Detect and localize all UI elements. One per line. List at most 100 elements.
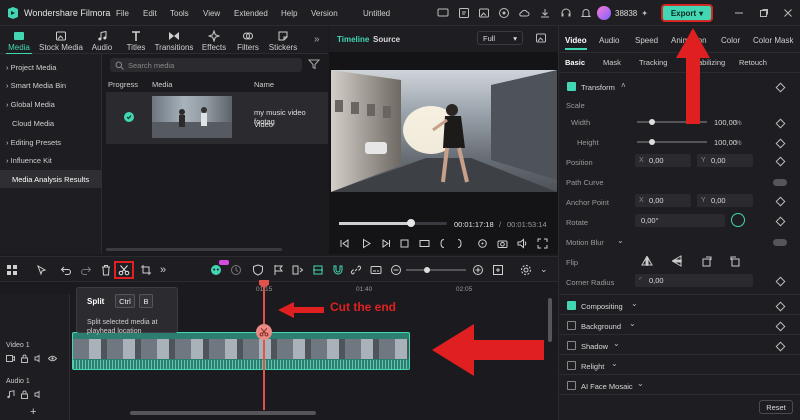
keyframe-icon[interactable] [775,196,786,207]
avatar[interactable] [597,6,611,20]
ai-face-mosaic-checkbox[interactable] [567,381,576,390]
menu-file[interactable]: File [116,9,129,18]
keyframe-icon[interactable] [775,276,786,287]
zoom-in-icon[interactable] [472,264,484,276]
tab-color[interactable]: Color [721,36,740,45]
sidebar-item-media-analysis-results[interactable]: Media Analysis Results [0,170,102,188]
height-slider[interactable] [637,141,707,143]
tab-audio[interactable]: Audio [599,36,619,45]
select-tool-icon[interactable] [36,264,48,276]
tab-stock-media[interactable]: Stock Media [38,28,84,52]
list-item[interactable]: my music video footag Video [106,92,328,144]
reset-button[interactable]: Reset [759,400,793,414]
keyframe-icon[interactable] [775,156,786,167]
video-track-icon[interactable] [6,354,15,363]
layout-grid-icon[interactable] [6,264,18,276]
subtab-tracking[interactable]: Tracking [639,58,667,67]
auto-ripple-icon[interactable] [230,264,242,276]
timeline-horizontal-scrollbar[interactable] [130,411,316,415]
subtab-mask[interactable]: Mask [603,58,621,67]
menu-extended[interactable]: Extended [234,9,268,18]
credits-display[interactable]: 38838 ✦ [597,6,648,20]
mute-icon[interactable] [34,354,43,363]
height-slider-handle[interactable] [649,139,655,145]
restore-icon[interactable] [758,7,770,19]
chevron-down-icon[interactable]: ⌄ [629,319,636,328]
video-clip[interactable] [72,332,410,370]
keyframe-icon[interactable] [775,216,786,227]
ai-mate-icon[interactable] [210,264,222,276]
tab-stickers[interactable]: Stickers [268,28,298,52]
redo-icon[interactable] [80,264,92,276]
crop-icon[interactable] [140,264,152,276]
video-frame[interactable] [331,70,557,192]
camera-icon[interactable] [497,238,508,249]
position-y-field[interactable]: Y 0,00 [697,154,753,167]
more-tabs-icon[interactable]: » [314,34,320,45]
corner-radius-field[interactable]: ⌜ 0,00 [635,274,753,287]
transform-checkbox[interactable] [567,82,576,91]
sidebar-item-influence-kit[interactable]: › Influence Kit [0,151,102,169]
keyframe-icon[interactable] [775,301,786,312]
chevron-down-icon[interactable]: ⌄ [637,379,644,388]
undo-icon[interactable] [60,264,72,276]
play-icon[interactable] [361,238,372,249]
add-track-icon[interactable]: + [30,406,36,418]
magnet-icon[interactable] [332,264,344,276]
sidebar-item-smart-media-bin[interactable]: › Smart Media Bin [0,76,102,94]
rotate-left-icon[interactable] [701,255,713,267]
tab-titles[interactable]: Titles [124,28,148,52]
tab-transitions[interactable]: Transitions [154,28,194,52]
keyframe-icon[interactable] [775,321,786,332]
rotate-field[interactable]: 0,00° [635,214,725,227]
flip-horizontal-icon[interactable] [641,255,653,267]
tab-effects[interactable]: Effects [200,28,228,52]
more-tools-icon[interactable]: » [160,264,172,276]
download-icon[interactable] [539,7,551,19]
relight-checkbox[interactable] [567,361,576,370]
quality-select[interactable]: Full ▾ [477,31,523,45]
background-checkbox[interactable] [567,321,576,330]
menu-tools[interactable]: Tools [170,9,189,18]
width-value[interactable]: 100,00 [714,118,737,127]
position-x-field[interactable]: X 0,00 [635,154,691,167]
tab-color-mask[interactable]: Color Mask [753,36,793,45]
chevron-down-icon[interactable]: ⌄ [631,299,638,308]
sidebar-item-project-media[interactable]: › Project Media [0,58,102,76]
tab-video[interactable]: Video [565,36,587,50]
mark-in-icon[interactable] [339,238,350,249]
horizontal-scrollbar[interactable] [106,248,282,251]
bracket-close-icon[interactable] [454,238,465,249]
chevron-up-icon[interactable]: ˄ [621,81,626,90]
tab-timeline[interactable]: Timeline [337,35,369,44]
column-name[interactable]: Name [254,80,274,89]
motion-blur-toggle[interactable] [773,239,787,246]
menu-view[interactable]: View [203,9,220,18]
notification-bell-icon[interactable] [580,7,592,19]
subtab-retouch[interactable]: Retouch [739,58,767,67]
playback-seek-bar[interactable] [339,219,447,227]
flip-vertical-icon[interactable] [671,255,683,267]
subtitle-icon[interactable] [370,264,382,276]
column-media[interactable]: Media [152,80,172,89]
render-icon[interactable] [477,238,488,249]
chevron-down-icon[interactable]: ⌄ [613,339,620,348]
column-progress[interactable]: Progress [108,80,138,89]
height-value[interactable]: 100,00 [714,138,737,147]
shield-icon[interactable] [252,264,264,276]
mute-icon[interactable] [34,390,43,399]
menu-version[interactable]: Version [311,9,338,18]
menu-help[interactable]: Help [281,9,297,18]
tab-source[interactable]: Source [373,35,400,44]
rotate-right-icon[interactable] [729,255,741,267]
lock-icon[interactable] [20,354,29,363]
tab-filters[interactable]: Filters [235,28,261,52]
keyframe-icon[interactable] [775,341,786,352]
playhead-split-icon[interactable] [256,324,272,340]
split-button[interactable] [114,261,134,279]
keyframe-icon[interactable] [775,82,786,93]
audio-track-icon[interactable] [6,390,15,399]
export-button[interactable]: Export ▾ [661,4,713,22]
snap-icon[interactable] [312,264,324,276]
volume-icon[interactable] [517,238,528,249]
